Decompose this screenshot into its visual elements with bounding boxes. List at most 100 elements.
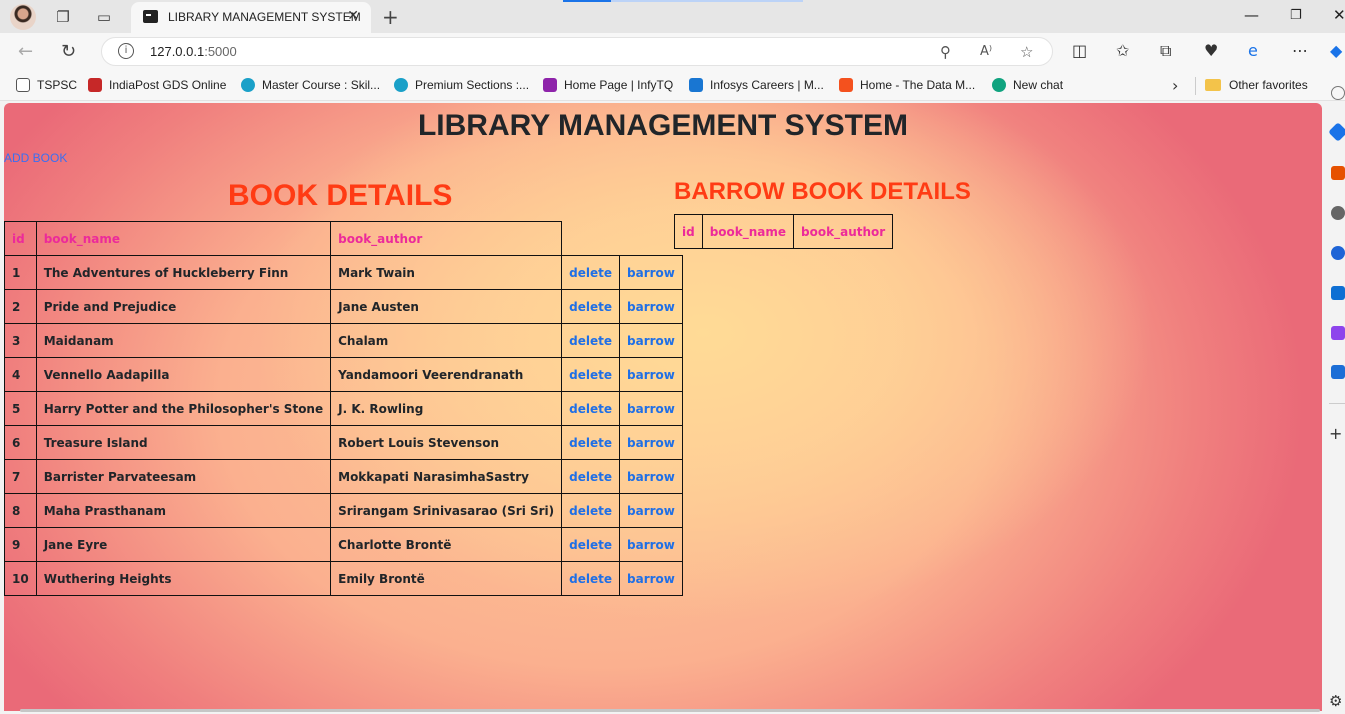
column-header-book-name: book_name [701, 214, 795, 249]
bookmarks-bar: TSPSC IndiaPost GDS Online Master Course… [0, 70, 1345, 101]
column-header-id: id [674, 214, 703, 249]
bookmark-item[interactable]: IndiaPost GDS Online [88, 78, 226, 92]
infosys-icon [689, 78, 703, 92]
table-row: 10 Wuthering Heights Emily Brontë delete bar… [4, 561, 683, 596]
games-icon[interactable] [1331, 246, 1345, 260]
delete-link[interactable]: delete [561, 391, 621, 426]
bookmarks-divider [1195, 77, 1196, 95]
outlook-icon[interactable] [1331, 286, 1345, 300]
delete-link[interactable]: delete [561, 357, 621, 392]
cell-id: 10 [4, 561, 37, 596]
column-header-book-author: book_author [330, 221, 563, 256]
borrow-link[interactable]: barrow [619, 255, 683, 290]
empty-header-cell [620, 222, 683, 256]
borrow-link[interactable]: barrow [619, 527, 683, 562]
borrow-details-title: BARROW BOOK DETAILS [674, 178, 971, 205]
page-icon [16, 78, 30, 92]
url-text[interactable]: 127.0.0.1:5000 [150, 44, 237, 59]
table-row: 1 The Adventures of Huckleberry Finn Mark … [4, 255, 683, 290]
delete-link[interactable]: delete [561, 323, 621, 358]
cell-book-name: The Adventures of Huckleberry Finn [35, 255, 332, 290]
chevron-right-icon[interactable]: › [1172, 76, 1178, 95]
books-table: id book_name book_author 1 The Adventures… [4, 221, 683, 596]
borrow-link[interactable]: barrow [619, 323, 683, 358]
delete-link[interactable]: delete [561, 459, 621, 494]
table-header-row: id book_name book_author [4, 221, 683, 256]
bookmark-item[interactable]: Premium Sections :... [394, 78, 529, 92]
cell-book-name: Jane Eyre [35, 527, 332, 562]
table-row: 8 Maha Prasthanam Srirangam Srinivasarao (… [4, 493, 683, 528]
designer-icon[interactable] [1331, 326, 1345, 340]
minimize-button[interactable]: — [1244, 6, 1259, 24]
bookmark-item[interactable]: New chat [992, 78, 1063, 92]
delete-link[interactable]: delete [561, 493, 621, 528]
table-row: 5 Harry Potter and the Philosopher's Ston… [4, 391, 683, 426]
delete-link[interactable]: delete [561, 255, 621, 290]
search-icon[interactable] [1331, 86, 1345, 100]
column-header-book-author: book_author [793, 214, 894, 249]
add-icon[interactable]: + [1329, 424, 1342, 443]
folder-icon [1205, 79, 1221, 91]
tab-strip: ❐ ▭ LIBRARY MANAGEMENT SYSTEM ✕ + — ❐ ✕ [0, 0, 1345, 33]
cell-book-author: Emily Brontë [330, 561, 563, 596]
cell-book-name: Pride and Prejudice [35, 289, 332, 324]
delete-link[interactable]: delete [561, 289, 621, 324]
edge-icon[interactable]: e [1248, 41, 1258, 60]
read-aloud-icon[interactable]: A⁾ [980, 44, 992, 59]
favorite-star-icon[interactable]: ☆ [1020, 43, 1033, 61]
bookmark-item[interactable]: Home Page | InfyTQ [543, 78, 673, 92]
bookmark-item[interactable]: Master Course : Skil... [241, 78, 380, 92]
table-header-row: id book_name book_author [674, 214, 894, 249]
people-icon[interactable] [1331, 206, 1345, 220]
delete-link[interactable]: delete [561, 561, 621, 596]
tab-title: LIBRARY MANAGEMENT SYSTEM [168, 10, 361, 24]
favorites-icon[interactable]: ✩ [1116, 41, 1129, 60]
other-favorites-folder[interactable]: Other favorites [1205, 78, 1308, 92]
tab-actions-icon[interactable]: ▭ [93, 6, 115, 28]
page-title: LIBRARY MANAGEMENT SYSTEM [417, 109, 909, 142]
telegram-icon[interactable] [1331, 365, 1345, 379]
workspaces-icon[interactable]: ❐ [52, 6, 74, 28]
copilot-sidebar-icon[interactable] [1328, 122, 1345, 142]
zoom-icon[interactable]: ⚲ [940, 43, 951, 61]
bookmark-item[interactable]: TSPSC [16, 78, 77, 92]
add-book-link[interactable]: ADD BOOK [4, 151, 67, 165]
bookmark-item[interactable]: Home - The Data M... [839, 78, 975, 92]
settings-gear-icon[interactable]: ⚙ [1329, 692, 1342, 710]
tab-active[interactable]: LIBRARY MANAGEMENT SYSTEM ✕ [131, 2, 371, 33]
borrow-link[interactable]: barrow [619, 357, 683, 392]
table-row: 6 Treasure Island Robert Louis Stevenson de… [4, 425, 683, 460]
split-screen-icon[interactable]: ◫ [1072, 41, 1087, 60]
infytq-icon [543, 78, 557, 92]
collections-icon[interactable]: ⧉ [1160, 41, 1171, 61]
new-tab-button[interactable]: + [382, 5, 399, 29]
borrow-link[interactable]: barrow [619, 391, 683, 426]
horizontal-scrollbar[interactable] [20, 709, 1320, 712]
copilot-icon[interactable]: ◆ [1330, 41, 1342, 60]
cell-book-name: Vennello Aadapilla [35, 357, 332, 392]
tab-close-icon[interactable]: ✕ [347, 8, 359, 24]
delete-link[interactable]: delete [561, 425, 621, 460]
delete-link[interactable]: delete [561, 527, 621, 562]
borrow-link[interactable]: barrow [619, 289, 683, 324]
cell-book-name: Maidanam [35, 323, 332, 358]
shopping-icon[interactable] [1331, 166, 1345, 180]
profile-avatar[interactable] [10, 4, 36, 30]
cell-id: 3 [4, 323, 37, 358]
close-window-button[interactable]: ✕ [1333, 6, 1345, 24]
borrow-link[interactable]: barrow [619, 459, 683, 494]
table-row: 4 Vennello Aadapilla Yandamoori Veerendran… [4, 357, 683, 392]
borrow-link[interactable]: barrow [619, 493, 683, 528]
site-info-icon[interactable]: i [118, 43, 134, 59]
more-menu-icon[interactable]: ⋯ [1292, 41, 1308, 60]
restore-button[interactable]: ❐ [1290, 8, 1302, 23]
borrow-link[interactable]: barrow [619, 425, 683, 460]
bookmark-item[interactable]: Infosys Careers | M... [689, 78, 824, 92]
extensions-icon[interactable]: ♥ [1204, 41, 1218, 60]
borrow-link[interactable]: barrow [619, 561, 683, 596]
terminal-favicon-icon [143, 10, 158, 23]
refresh-icon[interactable]: ↻ [61, 41, 76, 62]
column-header-book-name: book_name [35, 221, 332, 256]
back-arrow-icon[interactable]: ← [18, 41, 33, 62]
address-bar[interactable]: i 127.0.0.1:5000 ⚲ A⁾ ☆ [101, 37, 1053, 66]
